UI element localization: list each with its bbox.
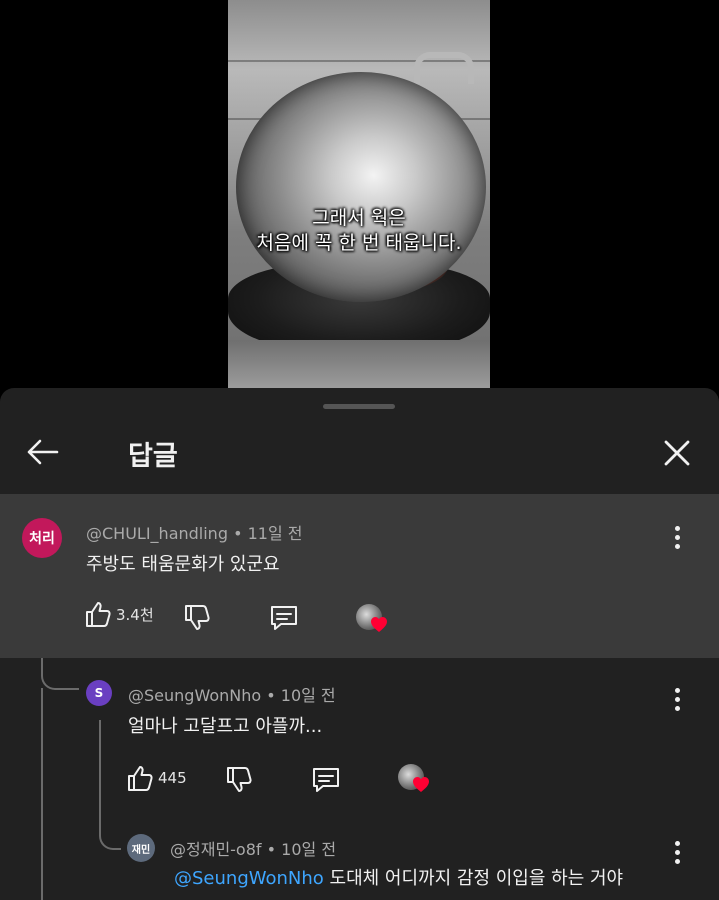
like-button[interactable]: 445 <box>126 764 187 792</box>
avatar-text: 처리 <box>29 531 55 547</box>
heart-icon <box>371 617 387 632</box>
comment-author[interactable]: @정재민-o8f <box>170 840 262 859</box>
faucet-image <box>414 52 474 84</box>
sheet-title: 답글 <box>128 441 178 472</box>
avatar-text: 재민 <box>131 844 151 856</box>
more-vert-icon-dot <box>674 858 680 864</box>
mention-link[interactable]: @SeungWonNho <box>174 868 324 889</box>
comment-time: 10일 전 <box>280 686 336 705</box>
comment-author[interactable]: @CHULI_handling <box>86 524 228 543</box>
comment-time: 11일 전 <box>247 524 303 543</box>
thumbs-down-icon <box>227 767 252 792</box>
creator-heart-badge <box>356 604 390 636</box>
reply-comment: S @SeungWonNho • 10일 전 얼마나 고달프고 아플까... 4… <box>0 658 719 818</box>
more-options-button[interactable] <box>665 836 689 868</box>
replies-sheet: 답글 처리 @CHULI_handling • 11일 전 주방도 태움문화가 … <box>0 388 719 900</box>
avatar[interactable]: 처리 <box>22 518 62 558</box>
avatar[interactable]: 재민 <box>127 834 155 862</box>
like-count: 3.4천 <box>116 605 154 624</box>
comment-body: 도대체 어디까지 감정 이입을 하는 거야 <box>329 868 624 889</box>
counter-image <box>228 340 490 388</box>
comment-text: @SeungWonNho 도대체 어디까지 감정 이입을 하는 거야 <box>174 864 623 890</box>
reply-icon <box>313 768 339 792</box>
subtitle-line-2: 처음에 꼭 한 번 태웁니다. <box>256 232 462 254</box>
like-button[interactable]: 3.4천 <box>84 600 154 628</box>
video-player-area[interactable]: 그래서 웍은 처음에 꼭 한 번 태웁니다. <box>0 0 719 388</box>
video-subtitle: 그래서 웍은 처음에 꼭 한 번 태웁니다. <box>228 206 490 256</box>
more-vert-icon-dot <box>674 534 680 540</box>
comment-meta: @SeungWonNho • 10일 전 <box>128 682 336 706</box>
parent-comment: 처리 @CHULI_handling • 11일 전 주방도 태움문화가 있군요… <box>0 494 719 658</box>
sheet-header: 답글 <box>0 416 719 495</box>
reply-button[interactable] <box>311 766 341 794</box>
back-arrow-icon <box>27 439 59 465</box>
more-vert-icon-dot <box>674 849 680 855</box>
comment-meta: @정재민-o8f • 10일 전 <box>170 836 336 860</box>
subtitle-line-1: 그래서 웍은 <box>312 207 406 229</box>
reply-icon <box>271 606 297 630</box>
nested-reply-comment: 재민 @정재민-o8f • 10일 전 @SeungWonNho 도대체 어디까… <box>0 818 719 900</box>
thumbs-down-icon <box>185 605 210 630</box>
meta-separator: • <box>261 840 282 859</box>
avatar-text: S <box>94 686 104 700</box>
more-options-button[interactable] <box>665 683 689 715</box>
drag-handle[interactable] <box>323 404 395 409</box>
comment-author[interactable]: @SeungWonNho <box>128 686 261 705</box>
more-vert-icon <box>674 840 680 846</box>
reply-button[interactable] <box>269 604 299 632</box>
more-vert-icon <box>674 525 680 531</box>
thumbs-up-icon <box>128 766 153 791</box>
back-button[interactable] <box>22 432 62 472</box>
dislike-button[interactable] <box>225 766 253 794</box>
heart-icon <box>413 777 429 792</box>
comment-text: 주방도 태움문화가 있군요 <box>86 554 280 575</box>
comment-time: 10일 전 <box>281 840 337 859</box>
like-count: 445 <box>158 769 187 787</box>
close-button[interactable] <box>656 432 698 474</box>
more-vert-icon <box>674 687 680 693</box>
close-icon <box>664 440 690 466</box>
more-vert-icon-dot <box>674 705 680 711</box>
more-vert-icon-dot <box>674 696 680 702</box>
dislike-button[interactable] <box>183 604 211 632</box>
comment-meta: @CHULI_handling • 11일 전 <box>86 520 302 544</box>
wok-image <box>236 72 486 302</box>
meta-separator: • <box>227 524 248 543</box>
thumbs-up-icon <box>86 602 111 627</box>
meta-separator: • <box>261 686 281 705</box>
more-vert-icon-dot <box>674 543 680 549</box>
comment-text: 얼마나 고달프고 아플까... <box>128 716 323 737</box>
video-frame[interactable]: 그래서 웍은 처음에 꼭 한 번 태웁니다. <box>228 0 490 388</box>
creator-heart-badge <box>398 764 432 796</box>
more-options-button[interactable] <box>665 521 689 553</box>
avatar[interactable]: S <box>86 680 112 706</box>
